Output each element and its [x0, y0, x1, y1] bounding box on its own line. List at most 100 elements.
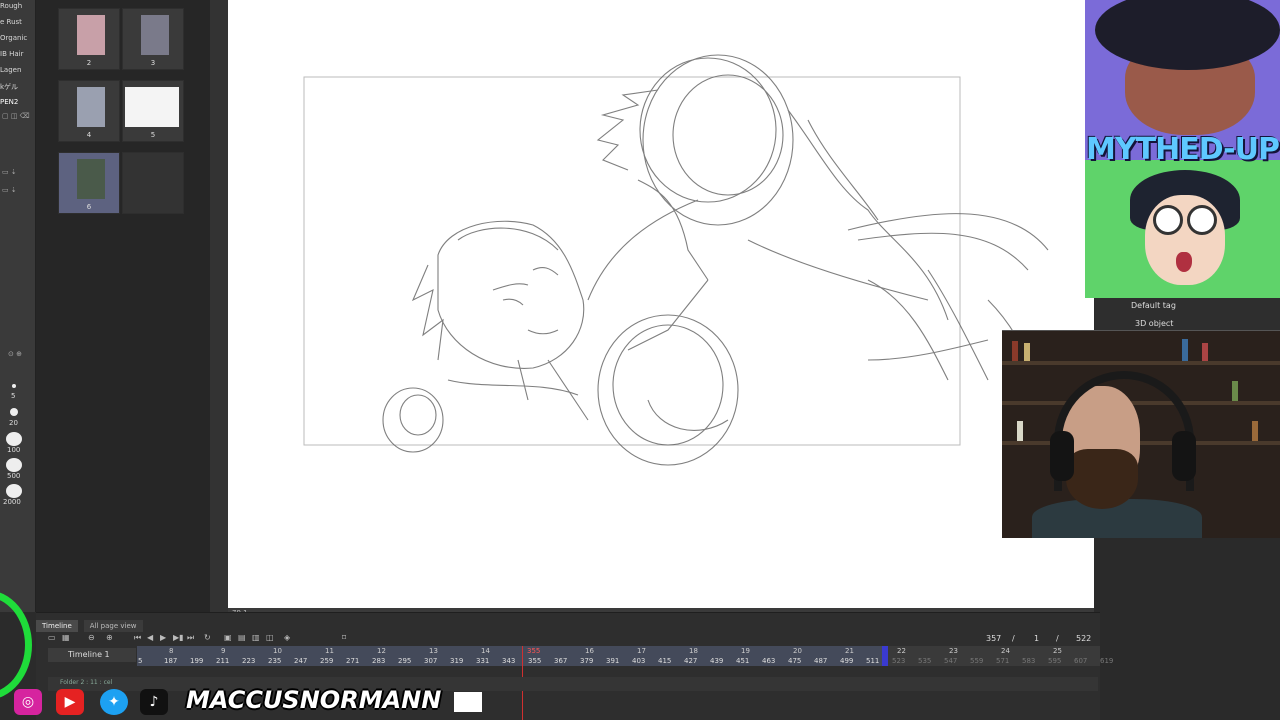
frame-label: 619 — [1100, 657, 1114, 665]
second-label: 22 — [897, 647, 906, 655]
loop-icon[interactable]: ↻ — [204, 633, 211, 642]
page-thumbnail[interactable]: 2 — [58, 8, 120, 70]
page-thumbnail[interactable]: 5 — [122, 80, 184, 142]
twitter-icon: ✦ — [100, 689, 128, 715]
frame-label: 319 — [450, 657, 464, 665]
frame-label: 235 — [268, 657, 282, 665]
second-label: 11 — [325, 647, 334, 655]
sketch-drawing — [303, 54, 1049, 466]
frame-label: 499 — [840, 657, 854, 665]
tab-timeline[interactable]: Timeline — [36, 620, 78, 632]
next-frame-icon[interactable]: ▶▮ — [173, 633, 184, 642]
page-preview — [77, 159, 105, 199]
drawing-canvas[interactable] — [228, 0, 1094, 612]
frame-label: 463 — [762, 657, 776, 665]
page-thumbnail-active[interactable]: 6 — [58, 152, 120, 214]
zoom-in-icon[interactable]: ⊕ — [106, 633, 113, 642]
brush-item[interactable]: IB Hair — [0, 50, 36, 58]
stream-overlay-art: MYTHED-UP — [1085, 0, 1280, 298]
frame-label: 247 — [294, 657, 308, 665]
tag-default[interactable]: Default tag — [1131, 301, 1176, 310]
brush-item-selected[interactable]: PEN2 — [0, 98, 36, 106]
frame-label: 271 — [346, 657, 360, 665]
playhead-label: 355 — [527, 647, 541, 655]
second-label: 25 — [1053, 647, 1062, 655]
new-folder-icon[interactable]: ▤ — [238, 633, 246, 642]
start-frame[interactable]: 1 — [1034, 634, 1039, 643]
frame-label: 5 — [138, 657, 143, 665]
page-number: 3 — [150, 59, 156, 67]
page-preview — [125, 87, 179, 127]
frame-label: 439 — [710, 657, 724, 665]
page-thumbnail[interactable]: 4 — [58, 80, 120, 142]
instagram-icon: ◎ — [14, 689, 42, 715]
tab-all-page-view[interactable]: All page view — [83, 620, 143, 632]
timeline-settings-icon[interactable]: ▦ — [62, 633, 70, 642]
second-label: 23 — [949, 647, 958, 655]
frame-label: 283 — [372, 657, 386, 665]
timeline-name-select[interactable]: Timeline 1 — [48, 648, 136, 662]
page-number: 4 — [86, 131, 92, 139]
prev-frame-icon[interactable]: ◀ — [147, 633, 153, 642]
keyframe-icon[interactable]: ◈ — [284, 633, 290, 642]
brush-item[interactable]: Lagen — [0, 66, 36, 74]
page-number: 5 — [150, 131, 156, 139]
page-preview — [77, 15, 105, 55]
webcam-feed — [1002, 330, 1280, 538]
brush-item[interactable]: Rough — [0, 2, 36, 10]
frame-label: 379 — [580, 657, 594, 665]
pages-scrollbar[interactable] — [210, 0, 228, 612]
page-preview — [141, 15, 169, 55]
second-label: 24 — [1001, 647, 1010, 655]
page-manager-panel: 2 3 4 5 6 — [36, 0, 210, 612]
brush-tools-icon[interactable]: ▢ ◫ ⌫ — [2, 112, 30, 120]
first-frame-icon[interactable]: ⏮ — [134, 633, 141, 643]
frame-label: 523 — [892, 657, 906, 665]
second-label: 16 — [585, 647, 594, 655]
page-thumbnail[interactable]: 3 — [122, 8, 184, 70]
second-label: 9 — [221, 647, 226, 655]
second-label: 10 — [273, 647, 282, 655]
second-label: 18 — [689, 647, 698, 655]
second-label: 14 — [481, 647, 490, 655]
frame-label: 451 — [736, 657, 750, 665]
overlay-box — [454, 692, 482, 712]
zoom-out-icon[interactable]: ⊖ — [88, 633, 95, 642]
frame-label: 511 — [866, 657, 880, 665]
frame-label: 535 — [918, 657, 932, 665]
frame-label: 199 — [190, 657, 204, 665]
specify-cel-icon[interactable]: ▥ — [252, 633, 260, 642]
track-label: Folder 2 : 11 : cel — [60, 679, 113, 686]
sub-tool-icons[interactable]: ▭ ⇣ — [2, 186, 17, 194]
new-cel-icon[interactable]: ▣ — [224, 633, 232, 642]
frame-separator: / — [1012, 634, 1015, 643]
frame-label: 427 — [684, 657, 698, 665]
page-slot-empty — [122, 152, 184, 214]
page-number: 2 — [86, 59, 92, 67]
frame-label: 487 — [814, 657, 828, 665]
cel-tool-icon[interactable]: ⌑ — [342, 633, 346, 642]
second-label: 8 — [169, 647, 174, 655]
youtube-icon: ▶ — [56, 689, 84, 715]
brush-item[interactable]: e Rust — [0, 18, 36, 26]
zoom-icon[interactable]: ⊙ ⊕ — [8, 350, 22, 358]
page-preview — [77, 87, 105, 127]
end-frame[interactable]: 522 — [1076, 634, 1091, 643]
tag-3d-object[interactable]: 3D object — [1135, 319, 1173, 328]
end-frame-marker[interactable] — [882, 646, 888, 666]
timeline-tabs: Timeline All page view — [36, 620, 143, 632]
brush-item[interactable]: Organic — [0, 34, 36, 42]
second-label: 17 — [637, 647, 646, 655]
last-frame-icon[interactable]: ⏭ — [187, 633, 194, 643]
tag-menu: Default tag 3D object — [1095, 298, 1280, 330]
second-label: 21 — [845, 647, 854, 655]
sub-tool-icons[interactable]: ▭ ⇣ — [2, 168, 17, 176]
onion-skin-icon[interactable]: ◫ — [266, 633, 274, 642]
second-label: 19 — [741, 647, 750, 655]
second-label: 20 — [793, 647, 802, 655]
current-frame[interactable]: 357 — [986, 634, 1001, 643]
frame-label: 211 — [216, 657, 230, 665]
brush-item[interactable]: kゲル — [0, 82, 36, 92]
new-timeline-icon[interactable]: ▭ — [48, 633, 56, 642]
play-icon[interactable]: ▶ — [160, 633, 166, 642]
